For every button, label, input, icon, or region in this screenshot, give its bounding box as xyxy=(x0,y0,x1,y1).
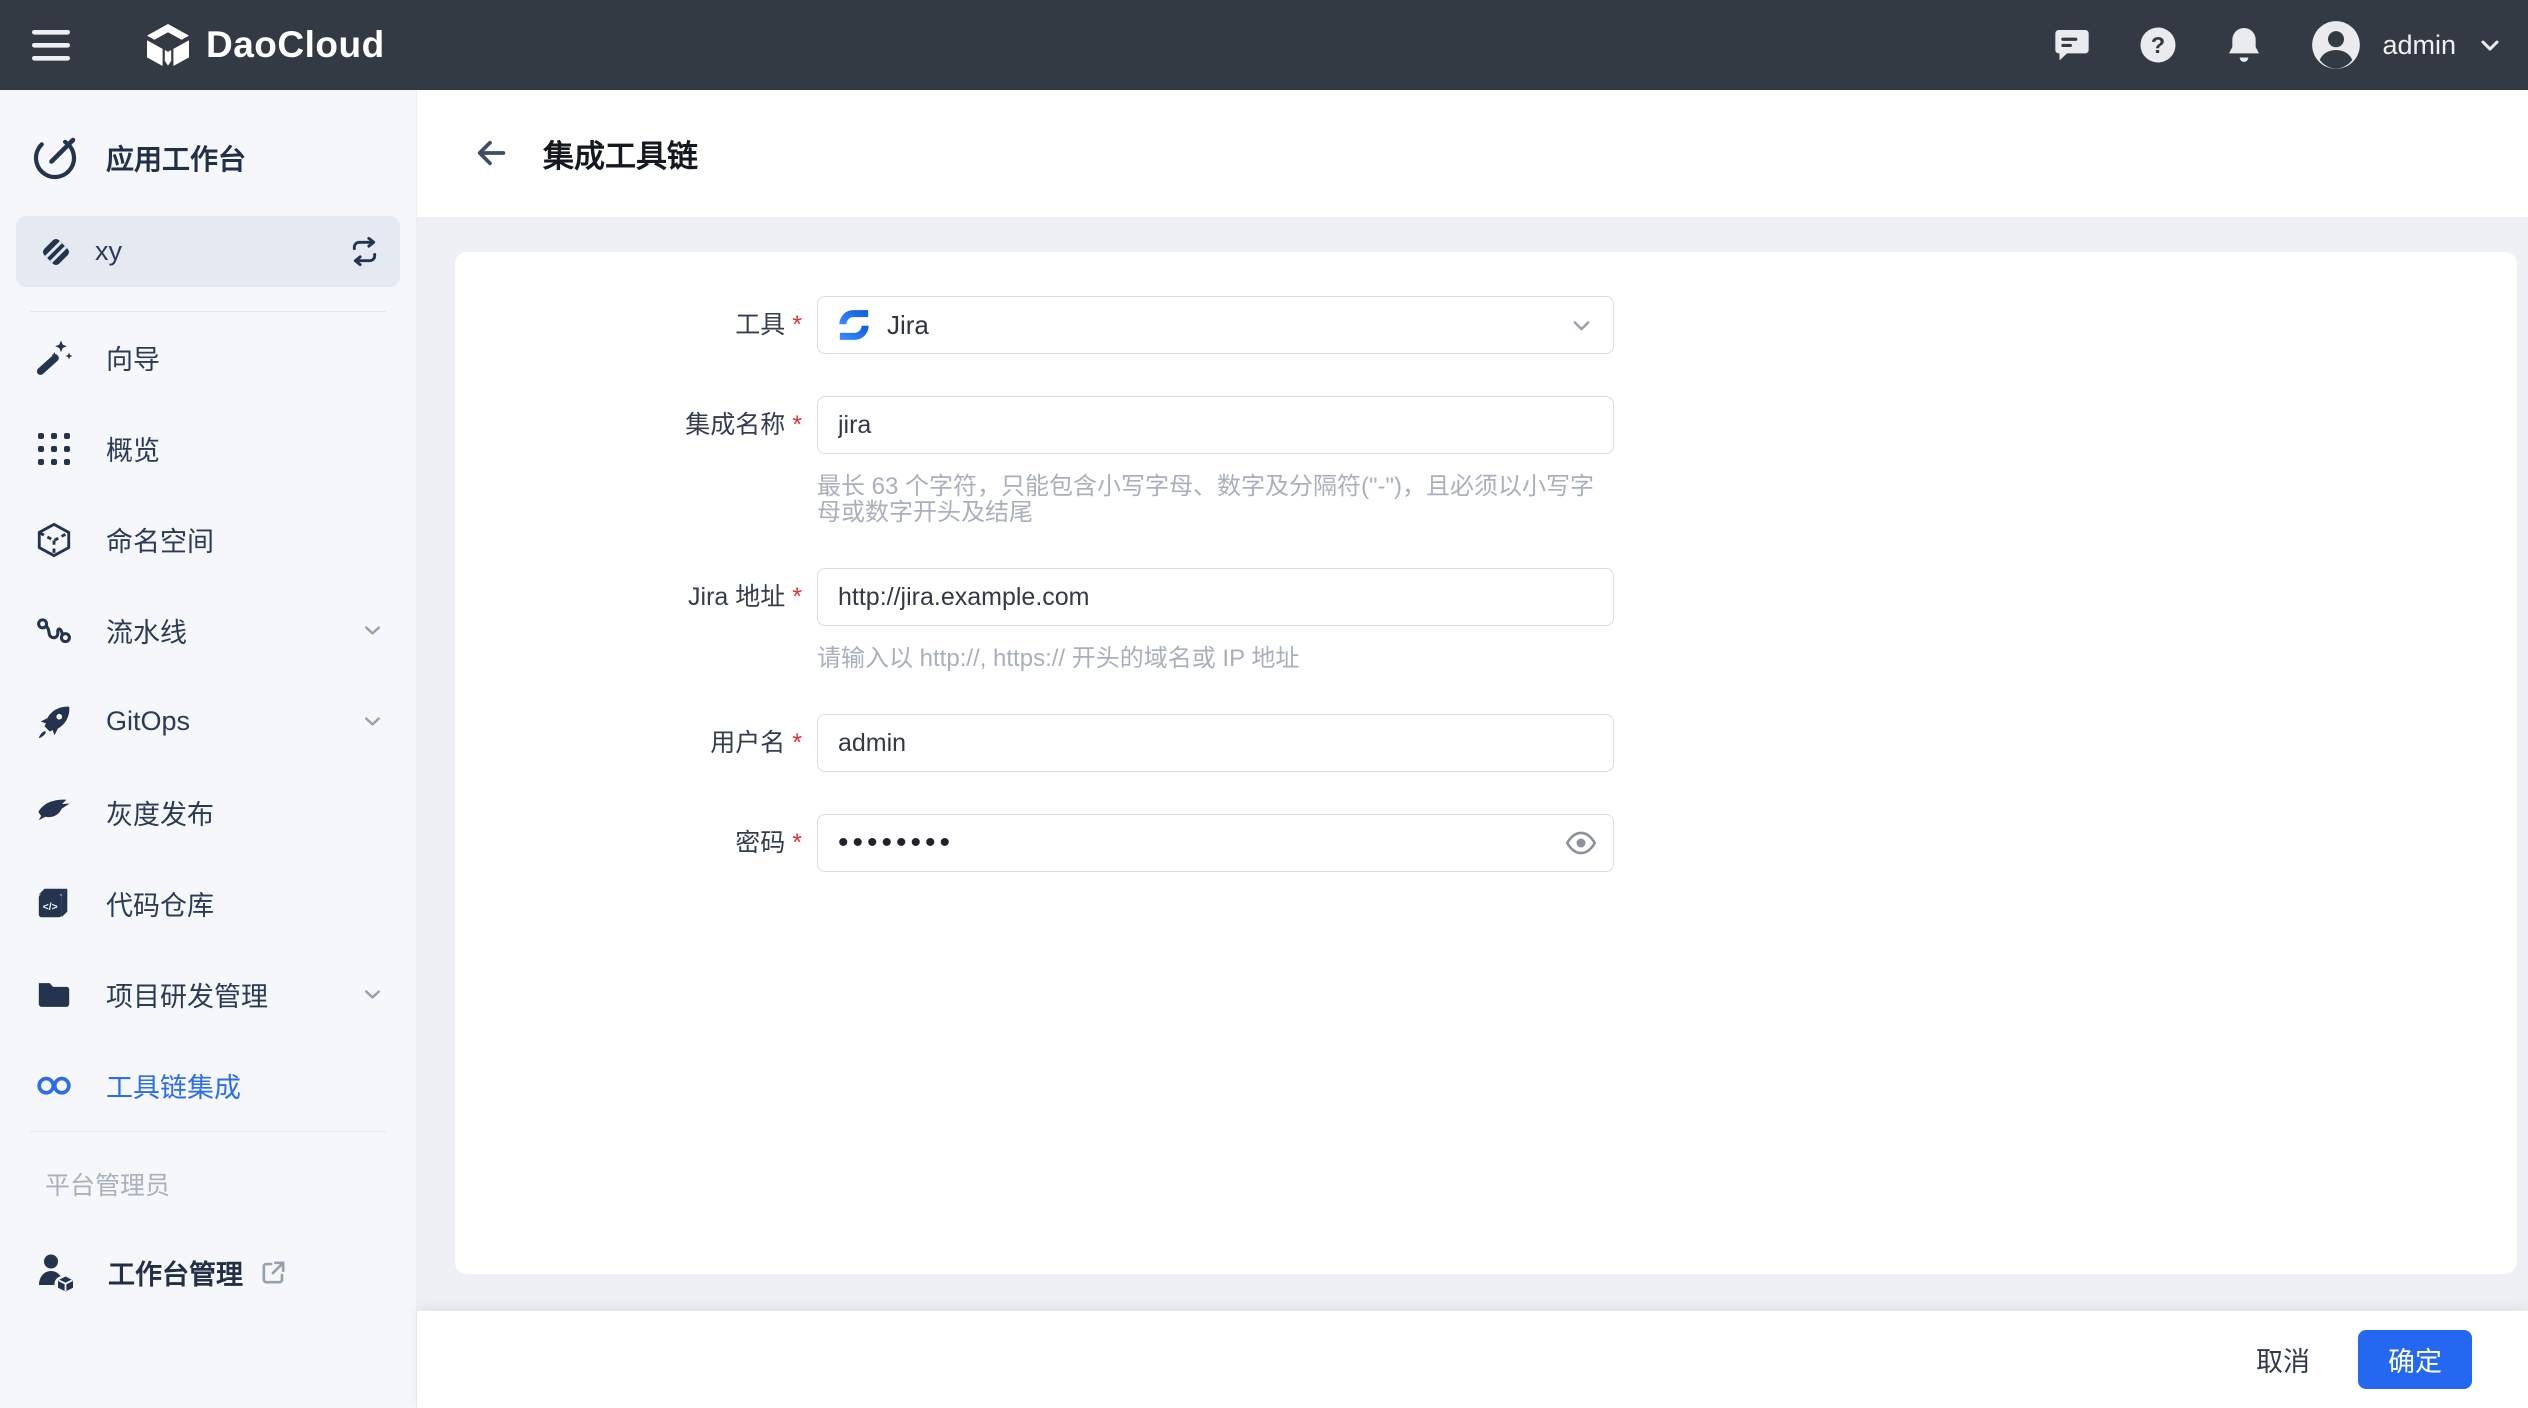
workspace-label: 应用工作台 xyxy=(106,138,246,178)
top-bar-right: ? admin xyxy=(2052,19,2504,71)
field-hint: 请输入以 http://, https:// 开头的域名或 IP 地址 xyxy=(817,646,1614,672)
sidebar-item-label: 工具链集成 xyxy=(106,1066,241,1105)
tool-select-value: Jira xyxy=(887,310,929,341)
cube-icon xyxy=(35,521,73,559)
bird-icon xyxy=(35,794,73,832)
grid-icon xyxy=(35,430,73,468)
daocloud-logo-icon xyxy=(144,21,192,69)
sidebar: 应用工作台 xy xyxy=(0,90,417,1408)
sidebar-item-label: 概览 xyxy=(106,429,160,468)
form-row-username: 用户名* xyxy=(455,714,2517,772)
field-label: 集成名称* xyxy=(455,396,802,526)
page-header: 集成工具链 xyxy=(417,90,2528,217)
username-input[interactable] xyxy=(817,714,1614,772)
top-bar-left: DaoCloud xyxy=(32,21,385,69)
required-mark: * xyxy=(792,311,802,339)
sidebar-divider xyxy=(30,1131,386,1132)
sidebar-item-overview[interactable]: 概览 xyxy=(0,403,416,494)
switch-workspace-icon[interactable] xyxy=(349,236,380,267)
required-mark: * xyxy=(792,411,802,439)
top-bar: DaoCloud ? admin xyxy=(0,0,2528,90)
menu-icon[interactable] xyxy=(32,30,70,61)
svg-text:</>: </> xyxy=(43,902,58,913)
help-icon[interactable]: ? xyxy=(2138,25,2178,65)
sidebar-item-label: 代码仓库 xyxy=(106,884,214,923)
sidebar-item-label: 向导 xyxy=(106,338,160,377)
select-chevron-icon xyxy=(1568,312,1595,339)
chevron-down-icon xyxy=(361,619,384,642)
password-input[interactable] xyxy=(817,814,1614,872)
form-row-password: 密码* xyxy=(455,814,2517,872)
form-row-name: 集成名称* 最长 63 个字符，只能包含小写字母、数字及分隔符("-")，且必须… xyxy=(455,396,2517,526)
workbench-icon xyxy=(32,135,78,181)
workspace-name: xy xyxy=(95,236,122,267)
page-title: 集成工具链 xyxy=(543,131,698,176)
field-label: 工具* xyxy=(455,296,802,354)
sidebar-nav: 向导 概览 xyxy=(0,312,416,1131)
user-menu[interactable]: admin xyxy=(2310,19,2504,71)
sidebar-item-label: 命名空间 xyxy=(106,520,214,559)
form-card: 工具* Jira xyxy=(455,252,2517,1274)
external-link-icon xyxy=(259,1258,288,1287)
confirm-button[interactable]: 确定 xyxy=(2358,1330,2472,1389)
field-label: Jira 地址* xyxy=(455,568,802,672)
workspace-switcher[interactable]: xy xyxy=(16,216,400,287)
back-button[interactable] xyxy=(469,132,513,176)
sidebar-section-label: 平台管理员 xyxy=(45,1166,416,1202)
sidebar-item-label: 流水线 xyxy=(106,611,187,650)
workspace-diamond-icon xyxy=(39,235,73,269)
wand-icon xyxy=(35,339,73,377)
chevron-down-icon[interactable] xyxy=(2476,31,2504,59)
pipeline-icon xyxy=(35,612,73,650)
sidebar-item-code-repo[interactable]: </> 代码仓库 xyxy=(0,858,416,949)
person-cube-icon xyxy=(35,1251,77,1293)
action-footer: 取消 确定 xyxy=(417,1311,2528,1408)
required-mark: * xyxy=(792,829,802,857)
main-area: 集成工具链 工具* xyxy=(417,90,2528,1408)
jira-address-input[interactable] xyxy=(817,568,1614,626)
sidebar-item-gray-release[interactable]: 灰度发布 xyxy=(0,767,416,858)
sidebar-item-namespace[interactable]: 命名空间 xyxy=(0,494,416,585)
chat-icon[interactable] xyxy=(2052,25,2092,65)
sidebar-item-toolchain[interactable]: 工具链集成 xyxy=(0,1040,416,1131)
chevron-down-icon xyxy=(361,983,384,1006)
integration-name-input[interactable] xyxy=(817,396,1614,454)
cancel-button[interactable]: 取消 xyxy=(2248,1330,2318,1389)
field-hint: 最长 63 个字符，只能包含小写字母、数字及分隔符("-")，且必须以小写字母或… xyxy=(817,474,1614,526)
brand-name: DaoCloud xyxy=(206,24,385,66)
sidebar-item-label: 灰度发布 xyxy=(106,793,214,832)
sidebar-item-workbench-admin[interactable]: 工作台管理 xyxy=(0,1250,416,1294)
username-label[interactable]: admin xyxy=(2382,30,2456,61)
avatar-icon[interactable] xyxy=(2310,19,2362,71)
chevron-down-icon xyxy=(361,710,384,733)
bell-icon[interactable] xyxy=(2224,25,2264,65)
sidebar-item-wizard[interactable]: 向导 xyxy=(0,312,416,403)
sidebar-item-gitops[interactable]: GitOps xyxy=(0,676,416,767)
sidebar-item-pipeline[interactable]: 流水线 xyxy=(0,585,416,676)
field-label: 用户名* xyxy=(455,714,802,772)
sidebar-workspace-header[interactable]: 应用工作台 xyxy=(0,132,416,184)
rocket-icon xyxy=(35,703,73,741)
sidebar-item-label: 工作台管理 xyxy=(108,1253,243,1292)
form-row-tool: 工具* Jira xyxy=(455,296,2517,354)
form-row-address: Jira 地址* 请输入以 http://, https:// 开头的域名或 I… xyxy=(455,568,2517,672)
folder-icon xyxy=(35,976,73,1014)
eye-icon[interactable] xyxy=(1564,826,1598,860)
sidebar-item-label: GitOps xyxy=(106,706,190,737)
required-mark: * xyxy=(792,729,802,757)
field-label: 密码* xyxy=(455,814,802,872)
screen: DaoCloud ? admin xyxy=(0,0,2528,1408)
infinity-icon xyxy=(35,1071,73,1100)
sidebar-item-label: 项目研发管理 xyxy=(106,975,268,1014)
svg-text:?: ? xyxy=(2151,32,2165,58)
tool-select[interactable]: Jira xyxy=(817,296,1614,354)
code-repo-icon: </> xyxy=(35,885,73,923)
jira-logo-icon xyxy=(836,307,872,343)
sidebar-item-project-rd[interactable]: 项目研发管理 xyxy=(0,949,416,1040)
required-mark: * xyxy=(792,583,802,611)
content-area: 工具* Jira xyxy=(417,217,2528,1311)
